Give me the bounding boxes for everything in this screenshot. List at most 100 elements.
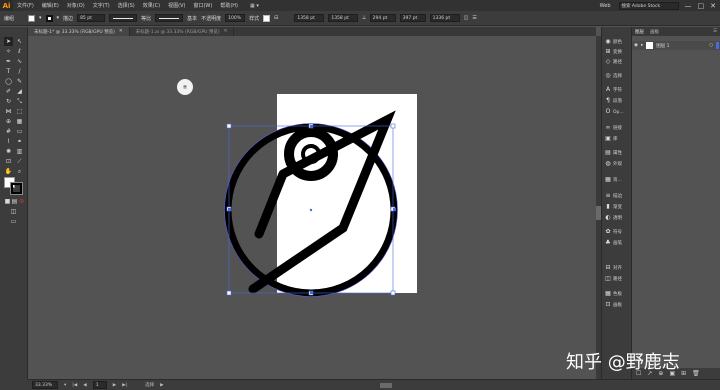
menu-object[interactable]: 对象(O) [63,2,89,9]
rotate-tool-icon[interactable]: ↻ [4,97,13,106]
direct-selection-tool-icon[interactable]: ↖ [15,37,24,46]
ellipse-tool-icon[interactable]: ◯ [4,77,13,86]
zoom-field[interactable]: 33.33% [32,381,58,389]
x-field[interactable]: 1358 pt [294,14,325,22]
constrain-icon[interactable]: ⟂ [362,15,365,21]
stroke-color-swatch[interactable] [10,182,23,195]
dock-paragraph[interactable]: ¶ 段落 [605,96,631,106]
tab-layers[interactable]: 图层 [635,29,644,35]
perspective-grid-tool-icon[interactable]: ▦ [15,117,24,126]
none-mode-icon[interactable]: ⊘ [17,197,26,206]
dock-select[interactable]: ◎ 选择 [605,71,631,81]
screen-mode-icon[interactable]: ▭ [9,217,18,226]
stroke-swatch[interactable] [45,14,53,22]
chevron-down-icon[interactable]: ▾ [39,15,42,21]
menu-type[interactable]: 文字(T) [89,2,114,9]
close-icon[interactable]: ✕ [224,29,228,34]
free-transform-tool-icon[interactable]: ⬚ [15,107,24,116]
pen-tool-icon[interactable]: ✒ [4,57,13,66]
scale-tool-icon[interactable]: ⤡ [15,97,24,106]
dock-stroke[interactable]: ≡ 描边 [605,191,631,201]
zoom-tool-icon[interactable]: ⌕ [15,167,24,176]
h-field[interactable]: 397 pt [399,14,426,22]
dock-assets[interactable]: ▦ 资... [605,175,631,185]
layer-name[interactable]: 图层 1 [656,43,669,49]
last-artboard-icon[interactable]: ▶| [122,383,127,388]
menu-select[interactable]: 选择(S) [114,2,139,9]
eye-icon[interactable]: ◉ [634,43,638,48]
close-button[interactable]: ✕ [710,2,716,10]
variable-width-preview[interactable] [109,14,138,22]
magic-wand-tool-icon[interactable]: ✧ [4,47,13,56]
menu-icon[interactable]: ☰ [472,15,476,21]
brush-label[interactable]: 基本 [187,15,197,22]
bridge-icon[interactable]: ▦ ▾ [246,3,263,9]
dock-properties[interactable]: ▤ 属性 [605,148,631,158]
next-artboard-icon[interactable]: ▶ [113,383,116,388]
style-swatch[interactable] [263,14,271,22]
footer-icon[interactable]: 🗑 [692,370,700,377]
artboard-tool-icon[interactable]: ⊡ [4,157,13,166]
dock-brushes[interactable]: ♣ 画笔 [605,238,631,248]
target-icon[interactable]: ○ [709,43,713,48]
gradient-tool-icon[interactable]: ▭ [15,127,24,136]
artboard-number-field[interactable]: 1 [92,381,107,389]
menu-edit[interactable]: 编辑(E) [38,2,63,9]
dock-swatches[interactable]: ▦ 色板 [605,289,631,299]
dock-libraries[interactable]: ▣ 库 [605,134,631,144]
status-arrow-icon[interactable]: ▶ [160,383,163,388]
dock-path[interactable]: ◇ 路径 [605,57,631,67]
w-field[interactable]: 294 pt [369,14,396,22]
dock-align[interactable]: ⊟ 对齐 [605,263,631,273]
document-tab[interactable]: 未标题-1* @ 33.33% (RGB/GPU 预览) ✕ [28,27,130,36]
layer-row[interactable]: ◉ ▸ 图层 1 ○ [632,41,720,50]
type-tool-icon[interactable]: T [4,67,13,76]
y-field[interactable]: 1358 pt [328,14,359,22]
transform-icon[interactable]: ◫ [464,15,469,21]
lasso-tool-icon[interactable]: ℓ [15,47,24,56]
brush-preview[interactable] [155,14,184,22]
stroke-profile-label[interactable]: 等比 [141,15,151,22]
eyedropper-tool-icon[interactable]: ⌇ [4,137,13,146]
selection-tool-icon[interactable]: ➤ [4,37,13,46]
chevron-down-icon[interactable]: ▾ [64,383,66,388]
menu-file[interactable]: 文件(F) [13,2,38,9]
curvature-tool-icon[interactable]: ∿ [15,57,24,66]
opacity-field[interactable]: 100% [225,14,246,22]
dock-opentype[interactable]: O Op... [605,107,631,117]
menu-help[interactable]: 帮助(H) [216,2,242,9]
prev-artboard-icon[interactable]: ◀ [83,383,86,388]
shaper-tool-icon[interactable]: ✐ [4,87,13,96]
graph-tool-icon[interactable]: ▥ [15,147,24,156]
artwork[interactable] [28,36,596,379]
paintbrush-tool-icon[interactable]: ✎ [15,77,24,86]
slice-tool-icon[interactable]: ⟋ [15,157,24,166]
hscroll-thumb[interactable] [380,383,392,388]
eraser-tool-icon[interactable]: ◢ [15,87,24,96]
menu-window[interactable]: 窗口(W) [189,2,216,9]
dock-color[interactable]: ◉ 颜色 [605,37,631,47]
dock-transparency[interactable]: ◐ 透明 [605,213,631,223]
document-tab[interactable]: 未标题-1.ai @ 33.33% (RGB/GPU 预览) ✕ [129,27,235,36]
dock-transform[interactable]: ⊞ 变换 [605,47,631,57]
blend-tool-icon[interactable]: ⚭ [15,137,24,146]
dock-links[interactable]: ∞ 链接 [605,123,631,133]
fill-swatch[interactable] [28,14,36,22]
symbol-sprayer-tool-icon[interactable]: ✺ [4,147,13,156]
first-artboard-icon[interactable]: |◀ [72,383,77,388]
chevron-down-icon[interactable]: ▾ [57,15,60,21]
menu-effect[interactable]: 效果(C) [139,2,164,9]
close-icon[interactable]: ✕ [119,29,123,34]
width-tool-icon[interactable]: ⋈ [4,107,13,116]
minimize-button[interactable]: — [685,2,692,10]
dock-pathfinder[interactable]: ◫ 路径 [605,274,631,284]
expand-icon[interactable]: ▸ [641,43,643,48]
tab-artboards[interactable]: 画板 [650,29,659,35]
menu-view[interactable]: 视图(V) [164,2,189,9]
shape-builder-tool-icon[interactable]: ⊕ [4,117,13,126]
dock-artboards[interactable]: ⊡ 画板 [605,300,631,310]
dock-gradient[interactable]: ▮ 渐变 [605,202,631,212]
dock-appearance[interactable]: ◍ 外观 [605,159,631,169]
workspace-switcher[interactable]: Web [596,3,615,9]
mesh-tool-icon[interactable]: # [4,127,13,136]
